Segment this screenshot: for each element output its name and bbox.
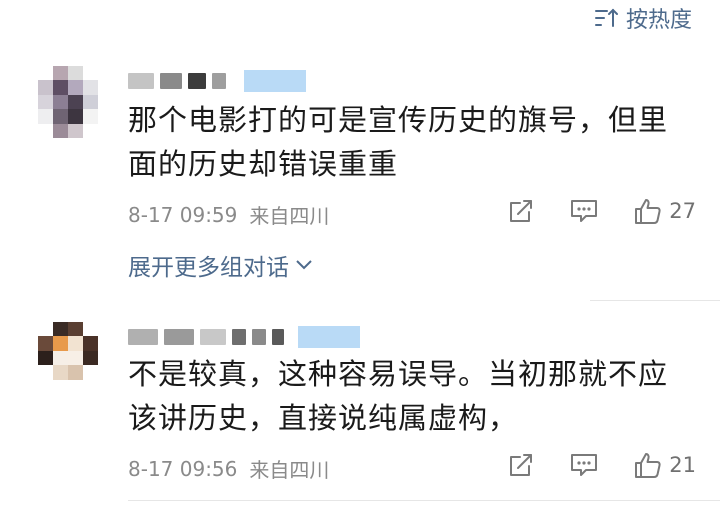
vip-badge: [298, 326, 360, 348]
reply-button[interactable]: [569, 197, 599, 225]
chevron-down-icon: [296, 260, 312, 270]
comment-actions: 27: [507, 196, 696, 226]
username[interactable]: [128, 324, 360, 350]
share-button[interactable]: [507, 451, 535, 479]
comment-date: 8-17 09:56: [128, 456, 238, 481]
like-count: 21: [669, 453, 696, 477]
divider: [128, 500, 720, 501]
comment-location: 来自四川: [249, 458, 330, 482]
like-icon: [635, 453, 661, 478]
divider: [590, 300, 720, 301]
comment-actions: 21: [507, 450, 696, 480]
like-count: 27: [669, 199, 696, 223]
sort-icon: [594, 8, 618, 27]
comment-meta: 8-17 09:56 来自四川: [128, 454, 329, 483]
comment-date: 8-17 09:59: [128, 202, 238, 227]
expand-replies-link[interactable]: 展开更多组对话: [128, 248, 313, 282]
comment-icon: [571, 200, 598, 222]
like-button[interactable]: 27: [633, 196, 696, 226]
comment-location: 来自四川: [249, 204, 330, 228]
comment-text: 那个电影打的可是宣传历史的旗号，但里 面的历史却错误重重: [128, 103, 669, 181]
like-icon: [635, 199, 661, 224]
avatar[interactable]: [38, 66, 98, 138]
comment-icon: [571, 454, 598, 476]
like-button[interactable]: 21: [633, 450, 696, 480]
username[interactable]: [128, 68, 306, 94]
sort-label: 按热度: [625, 8, 692, 33]
reply-button[interactable]: [569, 451, 599, 479]
vip-badge: [244, 70, 306, 92]
sort-by-hot-button[interactable]: 按热度: [594, 2, 692, 34]
share-icon: [510, 200, 533, 222]
share-icon: [510, 454, 533, 476]
share-button[interactable]: [507, 197, 535, 225]
avatar[interactable]: [38, 322, 98, 394]
comment-meta: 8-17 09:59 来自四川: [128, 200, 329, 229]
comment-text: 不是较真，这种容易误导。当初那就不应 该讲历史，直接说纯属虚构，: [128, 357, 669, 435]
